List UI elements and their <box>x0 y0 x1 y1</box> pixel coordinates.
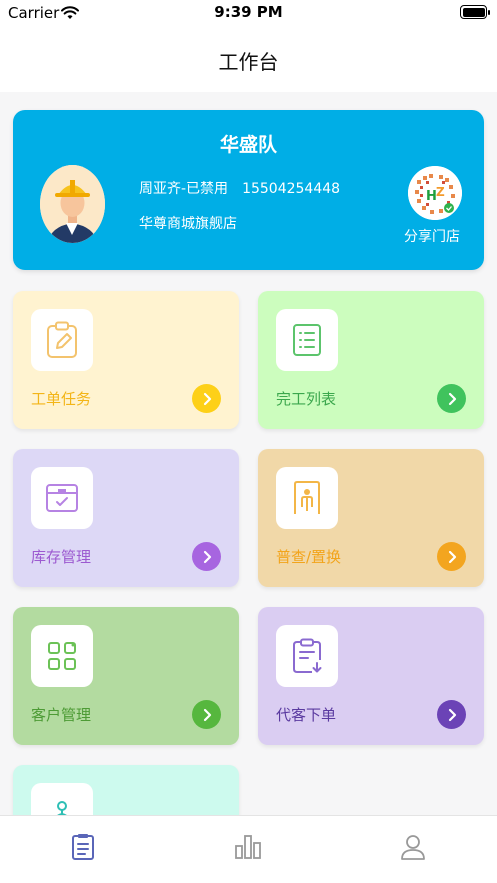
chevron-right-icon[interactable] <box>192 384 221 413</box>
chevron-right-icon[interactable] <box>192 700 221 729</box>
tab-statistics[interactable] <box>233 834 263 864</box>
card-label: 工单任务 <box>31 390 92 408</box>
card-survey-replacement[interactable]: 普查/置换 <box>258 449 484 587</box>
card-completed-list[interactable]: 完工列表 <box>258 291 484 429</box>
card-work-order-tasks[interactable]: 工单任务 <box>13 291 239 429</box>
tab-bar <box>0 815 497 883</box>
avatar <box>40 165 105 243</box>
card-label: 客户管理 <box>31 706 92 724</box>
clipboard-download-icon <box>276 625 338 687</box>
card-customer-management[interactable]: 客户管理 <box>13 607 239 745</box>
status-bar: Carrier 9:39 PM <box>0 0 497 26</box>
store-name: 华尊商城旗舰店 <box>139 216 237 232</box>
clipboard-tab-icon <box>71 833 95 865</box>
page-title: 工作台 <box>218 50 279 74</box>
chevron-right-icon[interactable] <box>437 542 466 571</box>
list-icon <box>276 309 338 371</box>
profile-card: 华盛队 周亚齐-已禁用 15504254448 华尊商城旗舰店 H Z 分享门店 <box>13 110 484 270</box>
card-label: 库存管理 <box>31 548 92 566</box>
card-label: 普查/置换 <box>276 548 342 566</box>
door-person-icon <box>276 467 338 529</box>
tab-workbench[interactable] <box>68 834 98 864</box>
card-proxy-order[interactable]: 代客下单 <box>258 607 484 745</box>
team-name: 华盛队 <box>219 134 277 156</box>
bar-chart-tab-icon <box>234 834 262 864</box>
store-qr-code[interactable]: H Z <box>408 166 462 220</box>
share-store-link[interactable]: 分享门店 <box>404 226 460 246</box>
card-label: 代客下单 <box>276 706 337 724</box>
chevron-right-icon[interactable] <box>192 542 221 571</box>
user-phone: 15504254448 <box>242 181 341 197</box>
chevron-right-icon[interactable] <box>437 700 466 729</box>
svg-text:Z: Z <box>436 185 445 199</box>
person-tab-icon <box>400 833 426 865</box>
grid-icon <box>31 625 93 687</box>
clipboard-edit-icon <box>31 309 93 371</box>
clock: 9:39 PM <box>214 3 283 21</box>
user-info: 周亚齐-已禁用 15504254448 <box>139 178 340 198</box>
tab-profile[interactable] <box>398 834 428 864</box>
battery-icon <box>460 5 490 19</box>
chevron-right-icon[interactable] <box>437 384 466 413</box>
nav-bar: 工作台 <box>0 26 497 92</box>
card-inventory-management[interactable]: 库存管理 <box>13 449 239 587</box>
card-label: 完工列表 <box>276 390 337 408</box>
inventory-box-icon <box>31 467 93 529</box>
user-name: 周亚齐-已禁用 <box>139 181 229 197</box>
